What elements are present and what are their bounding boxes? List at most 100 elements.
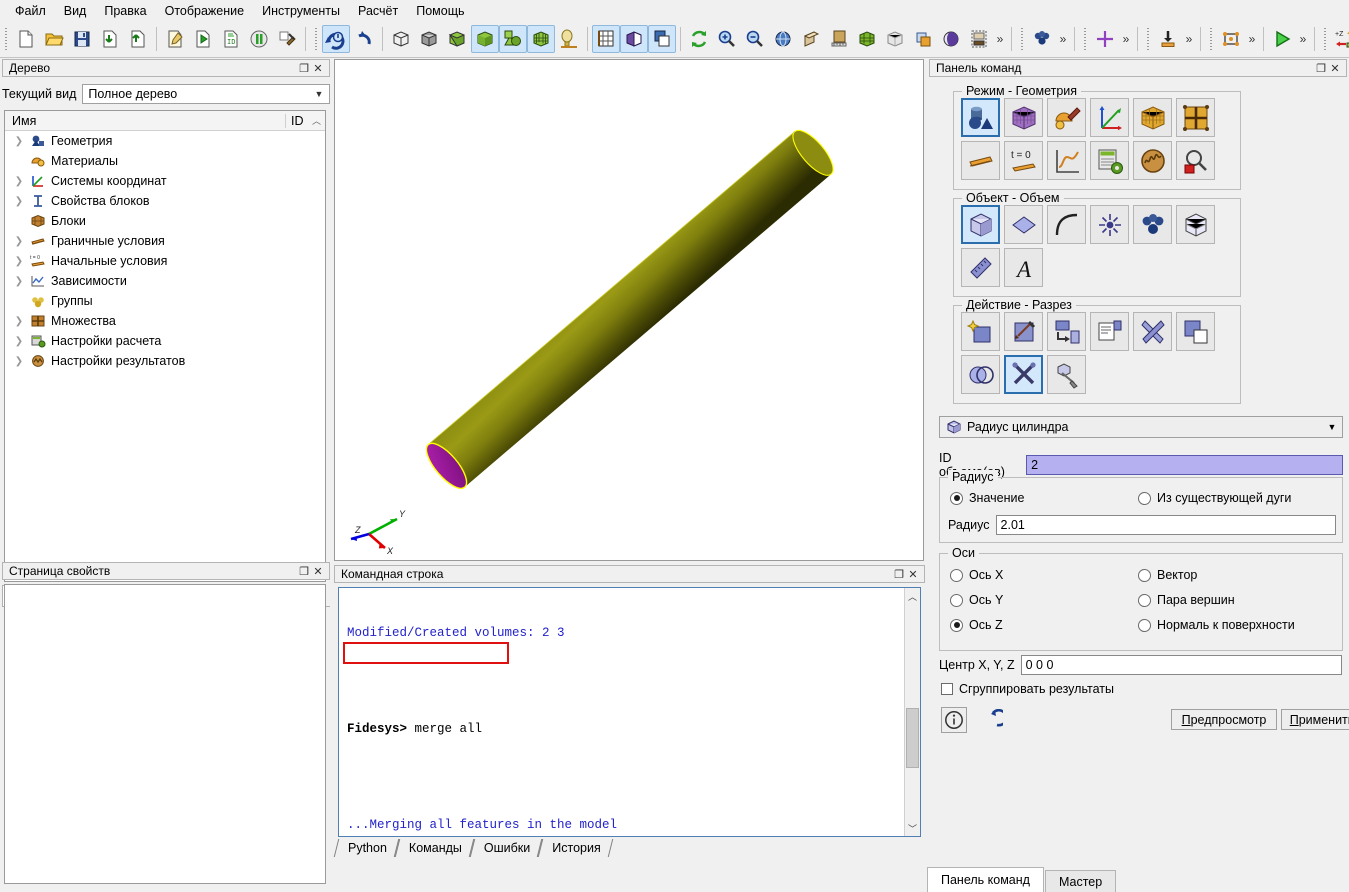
page-flip-icon[interactable] — [909, 25, 937, 53]
tab-python[interactable]: Python — [336, 839, 397, 857]
menu-calculation[interactable]: Расчёт — [349, 2, 407, 20]
console-output[interactable]: Modified/Created volumes: 2 3 Fidesys> m… — [338, 587, 921, 837]
tree-item-calcsettings[interactable]: ❯ Настройки расчета — [5, 331, 325, 351]
console-scrollbar[interactable]: ︿ ﹀ — [904, 588, 920, 836]
close-icon[interactable]: ✕ — [1328, 61, 1342, 75]
layout-icon[interactable] — [965, 25, 993, 53]
light-icon[interactable] — [555, 25, 583, 53]
tree-item-blockprops[interactable]: ❯ Свойства блоков — [5, 191, 325, 211]
checkbox-icon[interactable] — [941, 683, 953, 695]
menu-view[interactable]: Вид — [55, 2, 96, 20]
wireframe-icon[interactable] — [387, 25, 415, 53]
tab-commands[interactable]: Команды — [397, 839, 472, 857]
toolbar-grip[interactable] — [1019, 26, 1026, 52]
play-journal-icon[interactable] — [189, 25, 217, 53]
tab-command-panel[interactable]: Панель команд — [927, 867, 1044, 892]
tab-wizard[interactable]: Мастер — [1044, 870, 1117, 892]
float-icon[interactable]: ❐ — [892, 567, 906, 581]
volume-mesh-icon[interactable] — [853, 25, 881, 53]
boundary-icon[interactable] — [1217, 25, 1245, 53]
tree-item-sets[interactable]: ❯ Множества — [5, 311, 325, 331]
calc-settings-icon[interactable] — [1090, 141, 1129, 180]
hidden-line-icon[interactable] — [415, 25, 443, 53]
z-axis-icon[interactable]: +Z — [1331, 25, 1349, 53]
axis-option-normal[interactable]: Нормаль к поверхности — [1138, 618, 1295, 632]
expand-chevron-icon[interactable]: ❯ — [11, 336, 27, 347]
menu-tools[interactable]: Инструменты — [253, 2, 349, 20]
scrollbar-thumb[interactable] — [906, 708, 919, 768]
close-icon[interactable]: ✕ — [311, 564, 325, 578]
zoom-in-icon[interactable] — [713, 25, 741, 53]
new-file-icon[interactable] — [12, 25, 40, 53]
expand-chevron-icon[interactable]: ❯ — [11, 136, 27, 147]
tree-item-initial[interactable]: ❯ t = 0 Начальные условия — [5, 251, 325, 271]
toolbar-grip[interactable] — [1208, 26, 1215, 52]
refresh-icon[interactable] — [685, 25, 713, 53]
scroll-up-icon[interactable]: ︿ — [905, 588, 920, 604]
group-icon[interactable] — [1133, 205, 1172, 244]
tree-item-geometry[interactable]: ❯ Геометрия — [5, 131, 325, 151]
tree-item-groups[interactable]: Группы — [5, 291, 325, 311]
composite-icon[interactable] — [499, 25, 527, 53]
geometry-mode-icon[interactable] — [961, 98, 1000, 137]
build-hammer-icon[interactable] — [273, 25, 301, 53]
axis-option-z[interactable]: Ось Z — [950, 618, 1003, 632]
zoom-out-icon[interactable] — [741, 25, 769, 53]
preview-button[interactable]: Предпросмотр — [1171, 709, 1277, 730]
fit-view-icon[interactable] — [769, 25, 797, 53]
reset-view-icon[interactable] — [322, 25, 350, 53]
toolbar-overflow-6[interactable]: » — [1296, 26, 1310, 52]
hex-icon[interactable] — [1176, 205, 1215, 244]
menu-file[interactable]: Файл — [6, 2, 55, 20]
expand-chevron-icon[interactable]: ❯ — [11, 176, 27, 187]
coordsys-mode-icon[interactable] — [1090, 98, 1129, 137]
boolean-icon[interactable] — [961, 355, 1000, 394]
close-icon[interactable]: ✕ — [311, 61, 325, 75]
tree-item-dependency[interactable]: ❯ Зависимости — [5, 271, 325, 291]
volume-icon[interactable] — [961, 205, 1000, 244]
transform-icon[interactable] — [1047, 312, 1086, 351]
grid-icon[interactable] — [592, 25, 620, 53]
axis-option-x[interactable]: Ось X — [950, 568, 1003, 582]
volume-id-input[interactable]: 2 — [1026, 455, 1343, 475]
mesh-mode-icon[interactable] — [1004, 98, 1043, 137]
ruler-icon[interactable] — [825, 25, 853, 53]
toolbar-overflow-2[interactable]: » — [1056, 26, 1070, 52]
axis-option-y[interactable]: Ось Y — [950, 593, 1003, 607]
reset-button[interactable] — [979, 708, 1008, 734]
tab-history[interactable]: История — [540, 839, 610, 857]
shaded-icon[interactable] — [443, 25, 471, 53]
column-name[interactable]: Имя — [5, 114, 285, 128]
toolbar-grip[interactable] — [1082, 26, 1089, 52]
radius-input[interactable]: 2.01 — [995, 515, 1336, 535]
toolbar-grip[interactable] — [1322, 26, 1329, 52]
expand-chevron-icon[interactable]: ❯ — [11, 256, 27, 267]
initial-cond-icon[interactable]: t = 0 — [1004, 141, 1043, 180]
inspect-icon[interactable] — [1176, 141, 1215, 180]
tree-list[interactable]: Имя ID ︿ ❯ Геометрия Материалы ❯ Системы… — [4, 110, 326, 582]
clip-plane-icon[interactable] — [620, 25, 648, 53]
smooth-shade-icon[interactable] — [471, 25, 499, 53]
import-icon[interactable] — [96, 25, 124, 53]
tree-view-combo[interactable]: Полное дерево ▼ — [82, 84, 330, 104]
float-icon[interactable]: ❐ — [1314, 61, 1328, 75]
tree-item-materials[interactable]: Материалы — [5, 151, 325, 171]
toolbar-overflow-3[interactable]: » — [1119, 26, 1133, 52]
center-input[interactable]: 0 0 0 — [1020, 655, 1342, 675]
groups-icon[interactable] — [1028, 25, 1056, 53]
modify-icon[interactable] — [1004, 312, 1043, 351]
toolbar-overflow-1[interactable]: » — [993, 26, 1007, 52]
boundary-mode-icon[interactable] — [961, 141, 1000, 180]
column-id[interactable]: ID ︿ — [285, 113, 325, 128]
expand-chevron-icon[interactable]: ❯ — [11, 316, 27, 327]
scroll-down-icon[interactable]: ﹀ — [905, 820, 920, 836]
save-icon[interactable] — [68, 25, 96, 53]
close-icon[interactable]: ✕ — [906, 567, 920, 581]
results-icon[interactable] — [1133, 141, 1172, 180]
tree-item-boundary[interactable]: ❯ Граничные условия — [5, 231, 325, 251]
undo-icon[interactable] — [350, 25, 378, 53]
toolbar-grip[interactable] — [3, 26, 10, 52]
load-arrow-icon[interactable] — [1154, 25, 1182, 53]
expand-chevron-icon[interactable]: ❯ — [11, 276, 27, 287]
float-icon[interactable]: ❐ — [297, 564, 311, 578]
